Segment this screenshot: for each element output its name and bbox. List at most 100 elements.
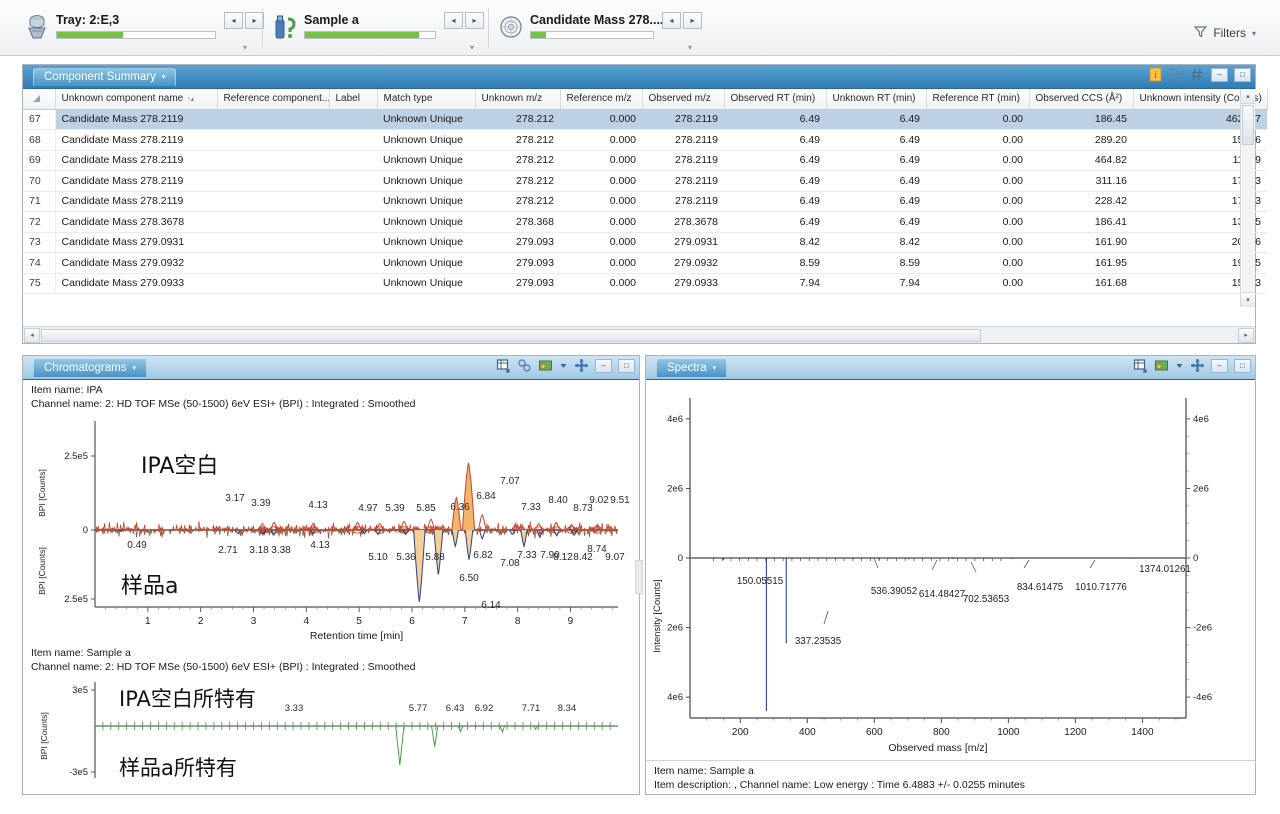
table-row[interactable]: 75 Candidate Mass 279.0933 Unknown Unique 2… xyxy=(23,273,1267,294)
horizontal-scroll-thumb[interactable] xyxy=(41,328,981,342)
chevron-down-icon[interactable]: ▾ xyxy=(713,364,717,372)
move-icon[interactable] xyxy=(574,358,589,373)
candidate-mass-next-button[interactable]: ▸ xyxy=(683,12,702,29)
spectrum-peak-label: 834.61475 xyxy=(1017,582,1064,593)
table-row[interactable]: 67 Candidate Mass 278.2119 Unknown Unique 2… xyxy=(23,109,1267,130)
cell-unknown_rt: 6.49 xyxy=(826,211,926,233)
scroll-up-button[interactable]: ▴ xyxy=(1241,89,1255,104)
tray-nav-arrows[interactable]: ◂ ▸ xyxy=(224,12,264,29)
minimize-button[interactable]: – xyxy=(595,358,612,373)
cell-reference_component xyxy=(217,129,329,151)
table-row[interactable]: 71 Candidate Mass 278.2119 Unknown Unique 2… xyxy=(23,191,1267,212)
cell-label xyxy=(329,191,377,212)
scroll-down-button[interactable]: ▾ xyxy=(1241,292,1255,307)
cell-label xyxy=(329,252,377,274)
chromatogram-bottom-plot[interactable]: 3e5 -3e5 BPI [Counts] 3.33 5.77 6.43 6.92 7.71 8… xyxy=(23,674,639,798)
row-number-cell: 73 xyxy=(23,232,56,253)
filters-caret-icon[interactable]: ▾ xyxy=(1252,29,1256,38)
sample-nav-arrows[interactable]: ◂ ▸ xyxy=(444,12,484,29)
scroll-left-button[interactable]: ◂ xyxy=(24,327,40,343)
column-header-reference-component[interactable]: Reference component... xyxy=(217,89,330,110)
move-icon[interactable] xyxy=(1190,358,1205,373)
candidate-mass-dropdown-caret-icon[interactable]: ▾ xyxy=(688,43,692,52)
sample-dropdown-caret-icon[interactable]: ▾ xyxy=(470,43,474,52)
column-header-reference-rt[interactable]: Reference RT (min) xyxy=(926,89,1030,110)
table-row[interactable]: 74 Candidate Mass 279.0932 Unknown Unique 2… xyxy=(23,252,1267,274)
nav-item-tray[interactable]: Tray: 2:E,3 ◂ ▸ xyxy=(24,12,264,46)
cell-unknown_mz: 278.212 xyxy=(475,170,560,192)
save-image-icon[interactable] xyxy=(538,358,553,373)
link-icon[interactable] xyxy=(1169,67,1184,82)
nav-item-candidate-mass[interactable]: Candidate Mass 278.... ◂ ▸ xyxy=(498,12,702,46)
x-tick-label: 1000 xyxy=(997,727,1020,738)
column-header-label[interactable]: Label xyxy=(329,89,378,110)
table-export-icon[interactable] xyxy=(1133,358,1148,373)
table-row[interactable]: 68 Candidate Mass 278.2119 Unknown Unique 2… xyxy=(23,129,1267,151)
chromatogram-top-svg: 2.5e5 0 2.5e5 BPI [Counts] BPI [Counts] 1 2 3 4 5… xyxy=(37,421,630,642)
hash-icon[interactable] xyxy=(1190,67,1205,82)
horizontal-scroll-track[interactable] xyxy=(41,328,1237,342)
column-header-unknown-component-name[interactable]: Unknown component name ↑▴ xyxy=(55,89,218,110)
component-summary-tab[interactable]: Component Summary ▾ xyxy=(33,67,177,86)
row-number-cell: 70 xyxy=(23,170,56,192)
filters-button[interactable]: Filters ▾ xyxy=(1188,25,1262,41)
sample-next-button[interactable]: ▸ xyxy=(465,12,484,29)
vertical-scroll-thumb[interactable] xyxy=(1242,105,1254,145)
cell-label xyxy=(329,273,377,294)
column-header-match-type[interactable]: Match type xyxy=(377,89,476,110)
restore-button[interactable]: □ xyxy=(1234,67,1251,82)
table-horizontal-scrollbar[interactable]: ◂ ▸ xyxy=(23,326,1255,343)
save-image-icon[interactable] xyxy=(1154,358,1169,373)
column-header-observed-mz[interactable]: Observed m/z xyxy=(642,89,725,110)
table-row[interactable]: 69 Candidate Mass 278.2119 Unknown Unique 2… xyxy=(23,150,1267,171)
peak-lower xyxy=(499,725,506,734)
table-row[interactable]: 72 Candidate Mass 278.3678 Unknown Unique 2… xyxy=(23,211,1267,233)
chevron-down-icon[interactable]: ▾ xyxy=(162,73,166,81)
cell-unknown_rt: 8.42 xyxy=(826,232,926,253)
sample-icon xyxy=(272,12,298,42)
nav-divider-1 xyxy=(262,8,263,48)
cell-match_type: Unknown Unique xyxy=(377,150,475,171)
chromatograms-tab-label: Chromatograms xyxy=(44,361,127,374)
nav-item-sample[interactable]: Sample a ◂ ▸ xyxy=(272,12,484,46)
link-chain-icon[interactable] xyxy=(517,358,532,373)
chromatogram-top-plot[interactable]: 2.5e5 0 2.5e5 BPI [Counts] BPI [Counts] 1 2 3 4 5… xyxy=(23,411,639,647)
column-header-observed-rt[interactable]: Observed RT (min) xyxy=(724,89,827,110)
table-vertical-scrollbar[interactable]: ▴ ▾ xyxy=(1240,89,1255,307)
sample-prev-button[interactable]: ◂ xyxy=(444,12,463,29)
restore-button[interactable]: □ xyxy=(618,358,635,373)
candidate-mass-nav-arrows[interactable]: ◂ ▸ xyxy=(662,12,702,29)
chevron-down-icon[interactable]: ▾ xyxy=(132,364,136,372)
dropdown-caret-icon[interactable] xyxy=(1175,358,1184,373)
peak-lower xyxy=(431,725,439,747)
restore-button[interactable]: □ xyxy=(1234,358,1251,373)
tray-dropdown-caret-icon[interactable]: ▾ xyxy=(243,43,247,52)
spectra-tab[interactable]: Spectra ▾ xyxy=(656,358,728,377)
column-header-reference-mz[interactable]: Reference m/z xyxy=(560,89,643,110)
table-row[interactable]: 70 Candidate Mass 278.2119 Unknown Unique 2… xyxy=(23,170,1267,192)
cell-reference_mz: 0.000 xyxy=(560,129,642,151)
tray-prev-button[interactable]: ◂ xyxy=(224,12,243,29)
table-row[interactable]: 73 Candidate Mass 279.0931 Unknown Unique 2… xyxy=(23,232,1267,253)
peak-label-lower: 4.13 xyxy=(310,540,330,551)
table-export-icon[interactable] xyxy=(496,358,511,373)
candidate-mass-prev-button[interactable]: ◂ xyxy=(662,12,681,29)
minimize-button[interactable]: – xyxy=(1211,67,1228,82)
column-header-observed-ccs[interactable]: Observed CCS (Å²) xyxy=(1029,89,1134,110)
y-tick-label-left: 4e6 xyxy=(667,414,683,425)
column-header-unknown-mz[interactable]: Unknown m/z xyxy=(475,89,561,110)
table-select-all-header[interactable] xyxy=(23,89,56,110)
info-icon[interactable]: i xyxy=(1148,67,1163,82)
spectrum-plot[interactable]: 4e6 -4e6 2e6 -2e6 0 0 2e6 2e6 4e6 4e6 Intensity [C… xyxy=(646,386,1255,756)
chromatogram-bottom-annotation-lower: 样品a所特有 xyxy=(119,756,237,780)
column-header-unknown-rt[interactable]: Unknown RT (min) xyxy=(826,89,927,110)
dropdown-caret-icon[interactable] xyxy=(559,358,568,373)
scroll-right-button[interactable]: ▸ xyxy=(1238,327,1254,343)
x-tick-label: 2 xyxy=(198,616,204,627)
chromatogram-top-annotation-lower: 样品a xyxy=(121,574,178,599)
chromatograms-tab[interactable]: Chromatograms ▾ xyxy=(33,358,147,377)
panel-splitter-handle[interactable] xyxy=(635,560,643,594)
cell-observed_ccs: 289.20 xyxy=(1029,129,1133,151)
cell-reference_rt: 0.00 xyxy=(926,191,1029,212)
minimize-button[interactable]: – xyxy=(1211,358,1228,373)
